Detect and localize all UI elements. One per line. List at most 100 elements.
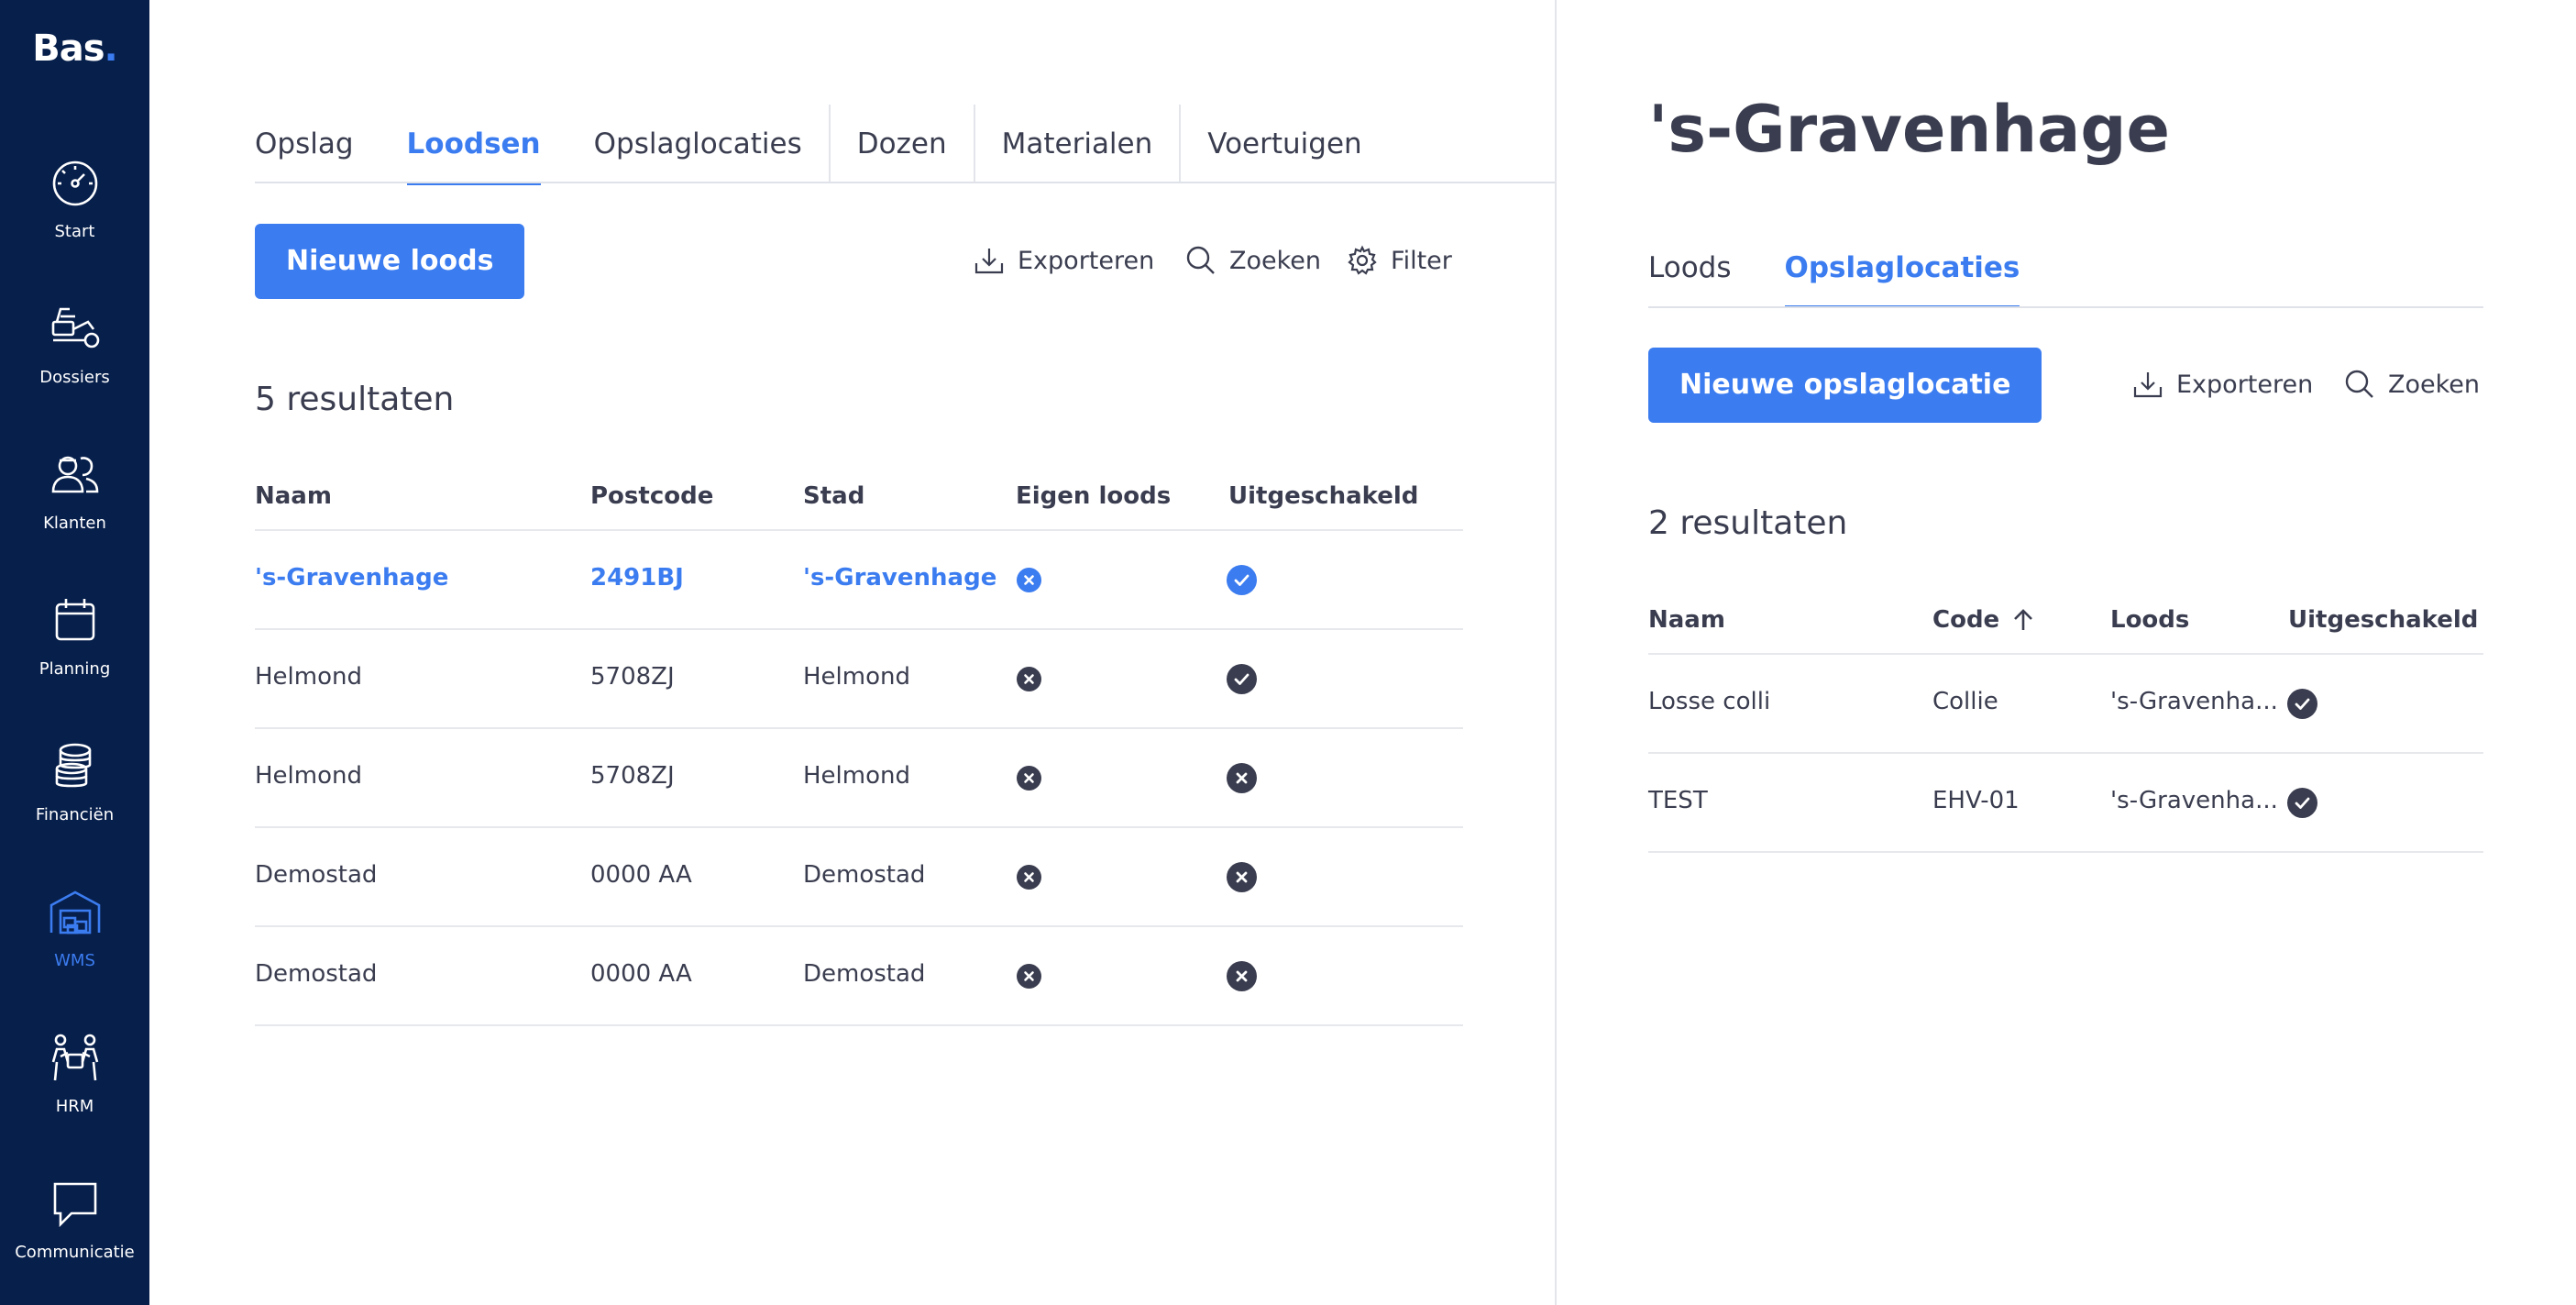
cell-naam: Helmond — [255, 663, 362, 691]
table-row[interactable]: Losse colli Collie 's-Gravenha... — [1648, 655, 2483, 754]
x-circle-icon — [1227, 862, 1257, 892]
cell-naam: 's-Gravenhage — [255, 564, 449, 592]
table-row[interactable]: Helmond 5708ZJ Helmond — [255, 729, 1463, 828]
search-button[interactable]: Zoeken — [1185, 245, 1321, 276]
sidebar-item-financien[interactable]: Financiën — [0, 739, 149, 877]
export-label: Exporteren — [2176, 370, 2314, 399]
cell-stad: Demostad — [803, 861, 926, 889]
download-icon — [2133, 372, 2163, 398]
x-circle-icon — [1017, 865, 1041, 890]
column-header-naam[interactable]: Naam — [1648, 606, 1725, 634]
column-header-stad[interactable]: Stad — [803, 482, 864, 510]
cell-postcode: 0000 AA — [590, 861, 692, 889]
sidebar-item-dossiers[interactable]: Dossiers — [0, 302, 149, 439]
table-row[interactable]: Helmond 5708ZJ Helmond — [255, 630, 1463, 729]
download-icon — [974, 249, 1004, 274]
tab-opslaglocaties[interactable]: Opslaglocaties — [567, 105, 829, 183]
tab-opslaglocaties[interactable]: Opslaglocaties — [1758, 229, 2047, 308]
search-icon — [2345, 370, 2373, 398]
storage-locations-table: Naam Code Loods Uitgeschakeld Losse coll… — [1648, 592, 2483, 853]
column-header-uitgeschakeld[interactable]: Uitgeschakeld — [2288, 606, 2478, 634]
app-logo[interactable]: Bas. — [0, 28, 149, 70]
x-circle-icon — [1017, 964, 1041, 989]
sidebar-item-hrm[interactable]: HRM — [0, 1031, 149, 1168]
sidebar-item-label: WMS — [54, 951, 95, 970]
sidebar-item-communicatie[interactable]: Communicatie — [0, 1177, 149, 1305]
warehouse-icon — [50, 890, 100, 935]
table-row[interactable]: Demostad 0000 AA Demostad — [255, 828, 1463, 927]
sidebar-item-start[interactable]: Start — [0, 156, 149, 293]
calendar-icon — [55, 599, 94, 641]
cell-postcode: 2491BJ — [590, 564, 684, 592]
filter-label: Filter — [1391, 246, 1452, 275]
tabs-divider — [255, 182, 1555, 183]
cell-stad: 's-Gravenhage — [803, 564, 997, 592]
new-storage-location-button[interactable]: Nieuwe opslaglocatie — [1648, 348, 2042, 423]
table-row[interactable]: TEST EHV-01 's-Gravenha... — [1648, 754, 2483, 853]
search-button[interactable]: Zoeken — [2344, 369, 2480, 400]
logo-text: Bas — [32, 28, 105, 70]
team-icon — [51, 1034, 98, 1081]
cell-naam: Demostad — [255, 960, 378, 988]
tab-loodsen[interactable]: Loodsen — [380, 105, 567, 185]
logo-dot: . — [104, 28, 118, 70]
column-header-postcode[interactable]: Postcode — [590, 482, 713, 510]
cell-stad: Helmond — [803, 663, 910, 691]
chat-icon — [53, 1182, 96, 1228]
gauge-icon — [52, 160, 97, 206]
cell-postcode: 5708ZJ — [590, 663, 675, 691]
cell-loods: 's-Gravenha... — [2110, 787, 2278, 814]
check-circle-icon — [2287, 689, 2317, 719]
sidebar-item-wms[interactable]: WMS — [0, 885, 149, 1023]
check-circle-icon — [2287, 788, 2317, 818]
table-row[interactable]: 's-Gravenhage 2491BJ 's-Gravenhage — [255, 531, 1463, 630]
users-icon — [51, 456, 98, 493]
sidebar-item-label: Klanten — [43, 514, 106, 533]
search-label: Zoeken — [1229, 246, 1322, 275]
x-circle-icon — [1227, 763, 1257, 793]
sidebar: Bas. Start Dossiers Klanten Planning Fin… — [0, 0, 149, 1305]
results-count: 2 resultaten — [1648, 504, 1848, 542]
check-circle-icon — [1227, 565, 1257, 595]
results-count: 5 resultaten — [255, 381, 455, 418]
warehouse-list-pane: Opslag Loodsen Opslaglocaties Dozen Mate… — [149, 0, 1555, 1305]
tab-dozen[interactable]: Dozen — [828, 105, 974, 183]
cell-naam: TEST — [1648, 787, 1708, 814]
export-button[interactable]: Exporteren — [974, 245, 1154, 276]
cell-postcode: 0000 AA — [590, 960, 692, 988]
column-header-loods[interactable]: Loods — [2110, 606, 2189, 634]
tab-voertuigen[interactable]: Voertuigen — [1179, 105, 1388, 183]
column-header-uitgeschakeld[interactable]: Uitgeschakeld — [1228, 482, 1418, 510]
sidebar-item-label: Communicatie — [15, 1243, 135, 1262]
detail-tabs: Loods Opslaglocaties — [1648, 229, 2047, 308]
cell-naam: Demostad — [255, 861, 378, 889]
column-header-naam[interactable]: Naam — [255, 482, 332, 510]
tab-opslag[interactable]: Opslag — [255, 105, 380, 183]
table-header: Naam Postcode Stad Eigen loods Uitgescha… — [255, 468, 1463, 531]
x-circle-icon — [1017, 667, 1041, 691]
sidebar-item-label: Dossiers — [39, 368, 110, 387]
sidebar-item-klanten[interactable]: Klanten — [0, 448, 149, 585]
tab-materialen[interactable]: Materialen — [973, 105, 1180, 183]
search-label: Zoeken — [2388, 370, 2481, 399]
sidebar-item-label: HRM — [55, 1097, 94, 1116]
column-header-code[interactable]: Code — [1932, 606, 2034, 634]
column-header-eigen-loods[interactable]: Eigen loods — [1016, 482, 1171, 510]
cell-stad: Demostad — [803, 960, 926, 988]
sidebar-item-label: Start — [54, 222, 95, 241]
export-button[interactable]: Exporteren — [2132, 369, 2313, 400]
sidebar-item-label: Financiën — [35, 805, 115, 824]
x-circle-icon — [1017, 568, 1041, 592]
table-header: Naam Code Loods Uitgeschakeld — [1648, 592, 2483, 655]
tab-loods[interactable]: Loods — [1648, 229, 1758, 306]
table-row[interactable]: Demostad 0000 AA Demostad — [255, 927, 1463, 1026]
sidebar-item-planning[interactable]: Planning — [0, 593, 149, 731]
new-warehouse-button[interactable]: Nieuwe loods — [255, 224, 525, 299]
warehouse-detail-pane: 's-Gravenhage Loods Opslaglocaties Nieuw… — [1557, 0, 2576, 1305]
x-circle-icon — [1017, 766, 1041, 791]
warehouses-table: Naam Postcode Stad Eigen loods Uitgescha… — [255, 468, 1463, 1026]
sidebar-item-label: Planning — [39, 659, 111, 679]
cell-postcode: 5708ZJ — [590, 762, 675, 790]
gear-icon — [1348, 245, 1377, 275]
filter-button[interactable]: Filter — [1347, 245, 1452, 276]
